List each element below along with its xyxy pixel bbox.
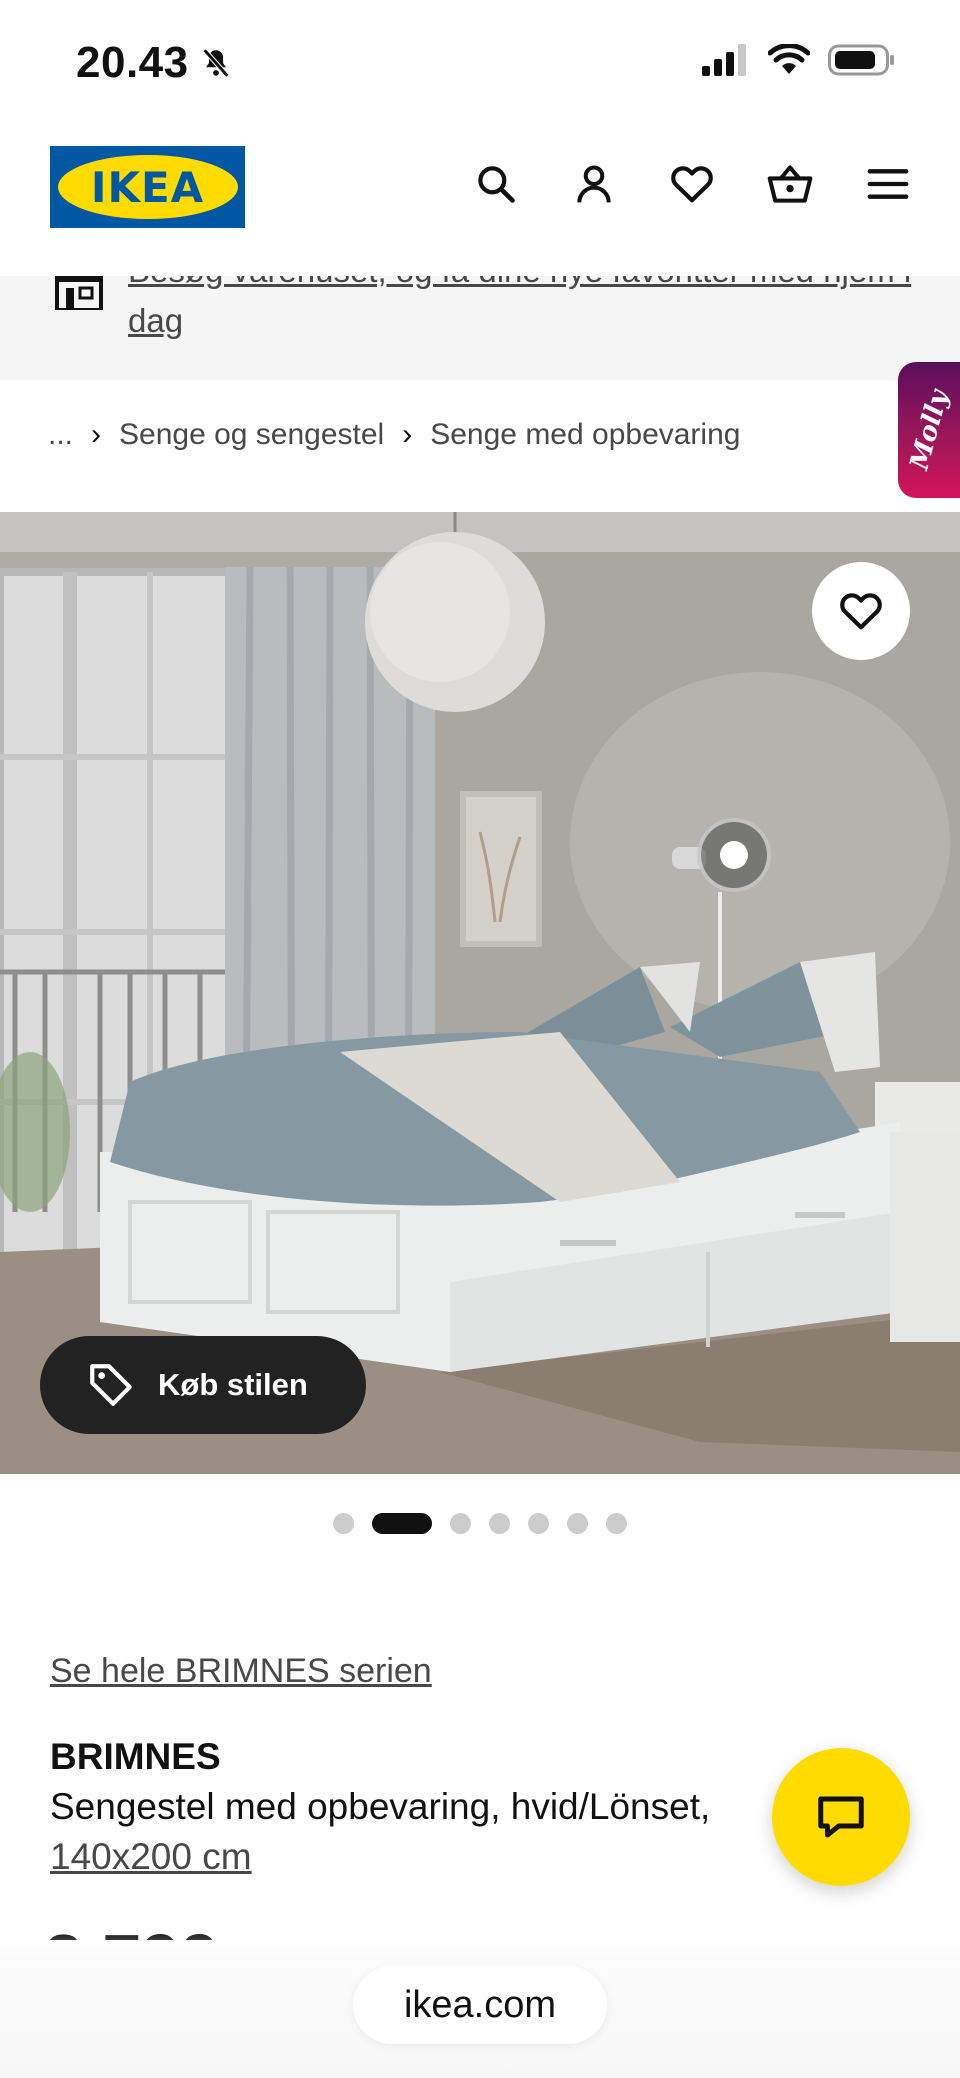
chat-button[interactable] xyxy=(772,1748,910,1886)
logo-text: IKEA xyxy=(90,162,205,212)
breadcrumb-ellipsis[interactable]: ... xyxy=(48,418,73,452)
status-time: 20.43 xyxy=(76,38,233,88)
bedroom-photo xyxy=(0,512,960,1474)
header-icons xyxy=(472,160,912,208)
molly-label: Molly xyxy=(904,387,954,473)
molly-chat-tab[interactable]: Molly xyxy=(898,362,960,498)
heart-icon xyxy=(840,593,882,630)
gallery-dot[interactable] xyxy=(528,1512,549,1534)
menu-icon[interactable] xyxy=(864,160,912,208)
product-hotspot[interactable] xyxy=(697,818,771,892)
chevron-right-icon: › xyxy=(91,418,102,451)
status-bar: 20.43 xyxy=(0,0,960,126)
shop-the-look-label: Køb stilen xyxy=(158,1367,308,1402)
gallery-dot[interactable] xyxy=(333,1512,354,1534)
gallery-dot[interactable] xyxy=(489,1512,510,1534)
signal-icon xyxy=(702,44,746,76)
chevron-right-icon: › xyxy=(402,418,413,451)
search-icon[interactable] xyxy=(472,160,520,208)
gallery-dot[interactable] xyxy=(450,1512,471,1534)
store-banner-link[interactable]: Besøg varehuset, og få dine nye favoritt… xyxy=(128,276,918,346)
breadcrumb: ... › Senge og sengestel › Senge med opb… xyxy=(48,410,740,460)
gallery-pagination xyxy=(0,1512,960,1534)
clock: 20.43 xyxy=(76,38,189,87)
breadcrumb-item-storage-beds[interactable]: Senge med opbevaring xyxy=(430,418,740,452)
gallery-dot[interactable] xyxy=(606,1512,627,1534)
ikea-logo[interactable]: IKEA xyxy=(50,146,245,228)
heart-icon[interactable] xyxy=(668,160,716,208)
product-image-gallery[interactable]: Køb stilen xyxy=(0,512,960,1474)
tag-icon xyxy=(90,1364,132,1406)
basket-icon[interactable] xyxy=(766,160,814,208)
bell-slash-icon xyxy=(202,48,229,78)
url-bar[interactable]: ikea.com xyxy=(353,1966,607,2044)
gallery-dot[interactable] xyxy=(567,1512,588,1534)
user-icon[interactable] xyxy=(570,160,618,208)
shop-the-look-button[interactable]: Køb stilen xyxy=(40,1336,366,1434)
site-header: IKEA xyxy=(0,126,960,276)
series-link[interactable]: Se hele BRIMNES serien xyxy=(50,1652,432,1691)
battery-icon xyxy=(828,44,894,76)
product-description: Sengestel med opbevaring, hvid/Lönset, xyxy=(50,1786,711,1827)
product-size-link[interactable]: 140x200 cm xyxy=(50,1836,252,1878)
add-to-favorites-button[interactable] xyxy=(812,562,910,660)
product-name: BRIMNES xyxy=(50,1736,221,1777)
wifi-icon xyxy=(768,44,810,74)
hotspot-dot xyxy=(720,841,748,869)
gallery-dot-active[interactable] xyxy=(372,1512,432,1534)
chat-icon xyxy=(818,1796,864,1838)
store-banner[interactable]: Besøg varehuset, og få dine nye favoritt… xyxy=(0,276,960,381)
breadcrumb-item-beds[interactable]: Senge og sengestel xyxy=(119,418,384,452)
store-icon xyxy=(52,276,106,315)
logo-oval: IKEA xyxy=(57,155,238,219)
